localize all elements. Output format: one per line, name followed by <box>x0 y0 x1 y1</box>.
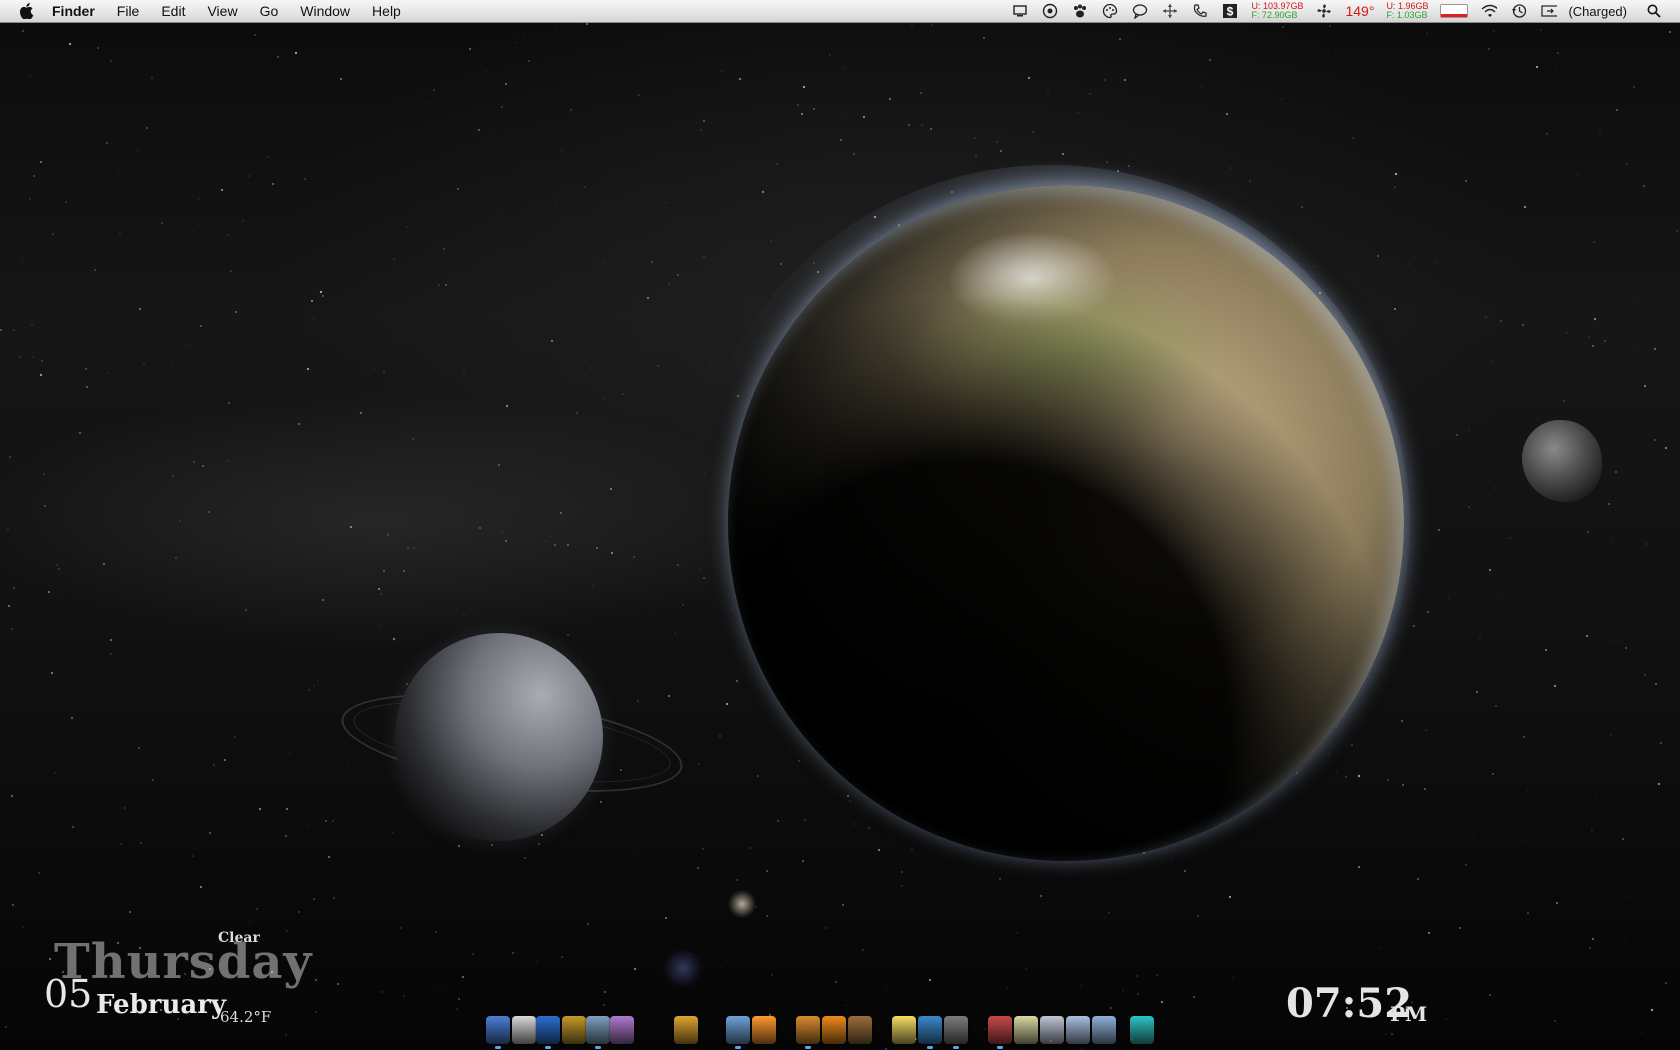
menu-window[interactable]: Window <box>289 0 361 22</box>
memory-usage[interactable]: U: 1.96GB F: 1.03GB <box>1386 2 1428 20</box>
preview-icon[interactable] <box>512 1016 536 1044</box>
app-icon-3[interactable] <box>988 1016 1012 1049</box>
applications-stack-icon[interactable] <box>1092 1016 1116 1044</box>
burn-icon[interactable] <box>674 1016 698 1044</box>
battery-meter-icon[interactable] <box>1440 4 1469 18</box>
month-label: February <box>96 990 227 1020</box>
clock-widget[interactable]: 07:52 PM <box>1286 980 1466 1040</box>
folder-stack-icon[interactable] <box>1066 1016 1090 1044</box>
phone-icon[interactable] <box>1192 3 1208 19</box>
desktop[interactable]: Finder File Edit View Go Window Help $ U… <box>0 0 1680 1050</box>
menu-file[interactable]: File <box>106 0 151 22</box>
menu-help[interactable]: Help <box>361 0 412 22</box>
speech-bubble-icon[interactable] <box>1132 3 1148 19</box>
system-prefs-icon[interactable] <box>586 1016 610 1049</box>
weekday-label: Thursday <box>54 934 313 990</box>
weather-condition: Clear <box>218 930 260 946</box>
paw-icon[interactable] <box>1072 3 1088 19</box>
fan-icon[interactable] <box>1316 3 1332 19</box>
temperature-readout[interactable]: 149° <box>1345 3 1374 19</box>
status-area: $ U: 103.97GB F: 72.90GB 149° U: 1.96GB … <box>1005 0 1680 22</box>
disk-free-text: F: 72.90GB <box>1251 10 1298 20</box>
memory-free-text: F: 1.03GB <box>1386 10 1428 20</box>
address-icon[interactable] <box>610 1016 634 1044</box>
dollar-icon[interactable]: $ <box>1222 3 1238 19</box>
wifi-icon[interactable] <box>1481 3 1498 19</box>
moon-planet <box>395 633 603 841</box>
documents-stack-icon[interactable] <box>1014 1016 1038 1044</box>
notes-icon[interactable] <box>892 1016 916 1044</box>
dashboard-icon[interactable] <box>536 1016 560 1049</box>
finder-icon[interactable] <box>486 1016 510 1049</box>
dock <box>480 1010 1200 1050</box>
menu-view[interactable]: View <box>196 0 248 22</box>
app-icon-1[interactable] <box>918 1016 942 1049</box>
running-indicator <box>927 1046 933 1049</box>
trash-icon[interactable] <box>1130 1016 1154 1044</box>
running-indicator <box>545 1046 551 1049</box>
running-indicator <box>735 1046 741 1049</box>
display-icon[interactable] <box>1012 3 1028 19</box>
time-machine-icon[interactable] <box>1511 3 1527 19</box>
lens-flare-2 <box>663 948 703 988</box>
palette-icon[interactable] <box>1102 3 1118 19</box>
earth-planet <box>728 185 1404 861</box>
running-indicator <box>953 1046 959 1049</box>
date-weather-widget[interactable]: Thursday Clear 05 February 64.2°F <box>40 920 311 1030</box>
app-icon-2[interactable] <box>944 1016 968 1049</box>
photo-icon[interactable] <box>752 1016 776 1044</box>
pages-icon[interactable] <box>796 1016 820 1049</box>
day-number: 05 <box>44 972 93 1016</box>
menu-app-finder[interactable]: Finder <box>52 0 106 22</box>
svg-text:$: $ <box>1227 5 1234 19</box>
disk-usage[interactable]: U: 103.97GB F: 72.90GB <box>1251 2 1303 20</box>
menu-edit[interactable]: Edit <box>150 0 196 22</box>
downloads-stack-icon[interactable] <box>1040 1016 1064 1044</box>
gear-badge-icon[interactable] <box>1042 3 1058 19</box>
running-indicator <box>495 1046 501 1049</box>
menu-bar: Finder File Edit View Go Window Help $ U… <box>0 0 1680 23</box>
running-indicator <box>997 1046 1003 1049</box>
apple-menu-icon[interactable] <box>16 0 38 22</box>
clock-ampm: PM <box>1390 1002 1428 1026</box>
menu-go[interactable]: Go <box>249 0 290 22</box>
chess-icon[interactable] <box>562 1016 586 1044</box>
spotlight-icon[interactable] <box>1646 3 1662 19</box>
running-indicator <box>595 1046 601 1049</box>
weather-temperature: 64.2°F <box>220 1008 272 1026</box>
lens-flare-1 <box>728 890 756 918</box>
itunes-icon[interactable] <box>726 1016 750 1049</box>
screenshot-icon[interactable] <box>848 1016 872 1044</box>
compass-arrows-icon[interactable] <box>1162 3 1178 19</box>
battery-status-text[interactable]: (Charged) <box>1568 4 1627 19</box>
running-indicator <box>805 1046 811 1049</box>
battery-icon[interactable] <box>1541 3 1558 19</box>
vlc-icon[interactable] <box>822 1016 846 1044</box>
